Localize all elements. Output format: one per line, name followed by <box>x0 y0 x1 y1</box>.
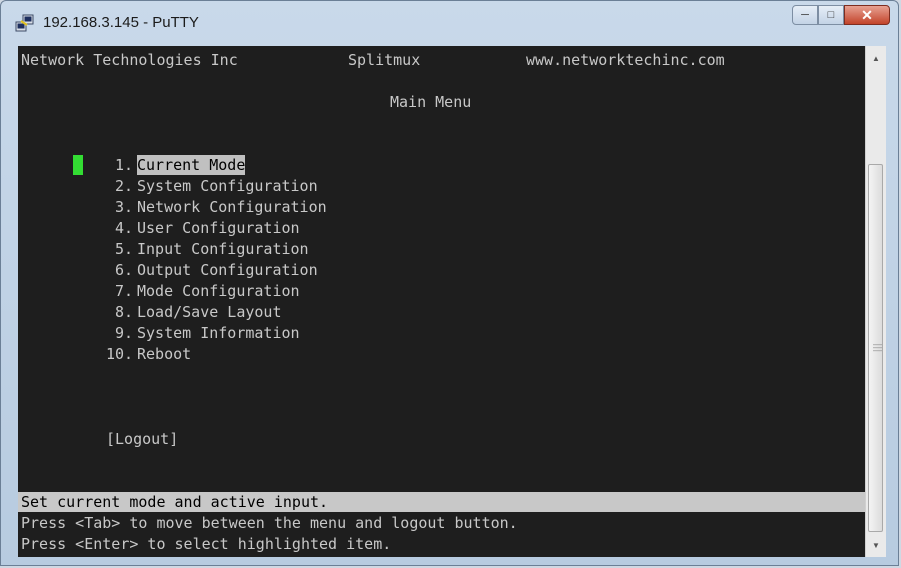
menu-item-1[interactable]: Current Mode <box>137 155 246 175</box>
menu-item-number: 1. <box>106 156 134 174</box>
title-bar[interactable]: 192.168.3.145 - PuTTY ─ □ ✕ <box>1 1 898 41</box>
menu-item-5[interactable]: Input Configuration <box>137 239 309 259</box>
grip-icon: — — — <box>873 339 882 355</box>
minimize-icon: ─ <box>801 9 809 21</box>
menu-item-number: 9. <box>106 324 134 342</box>
menu-item-3[interactable]: Network Configuration <box>137 197 327 217</box>
header-url: www.networktechinc.com <box>526 51 725 69</box>
window-controls: ─ □ ✕ <box>792 5 890 27</box>
help-text-1: Press <Tab> to move between the menu and… <box>21 514 518 532</box>
header-product: Splitmux <box>348 51 421 69</box>
maximize-icon: □ <box>827 9 835 21</box>
menu-item-number: 8. <box>106 303 134 321</box>
menu-item-4[interactable]: User Configuration <box>137 218 300 238</box>
status-text: Set current mode and active input. <box>21 493 329 511</box>
menu-title: Main Menu <box>390 93 472 111</box>
maximize-button[interactable]: □ <box>818 5 844 25</box>
minimize-button[interactable]: ─ <box>792 5 818 25</box>
menu-item-number: 6. <box>106 261 134 279</box>
menu-item-number: 2. <box>106 177 134 195</box>
menu-item-number: 3. <box>106 198 134 216</box>
terminal-cursor <box>73 155 83 175</box>
putty-window: 192.168.3.145 - PuTTY ─ □ ✕ Network Tech… <box>0 0 899 566</box>
scroll-up-icon[interactable]: ▲ <box>866 50 886 68</box>
close-button[interactable]: ✕ <box>844 5 890 25</box>
scroll-down-icon[interactable]: ▼ <box>866 537 886 555</box>
vertical-scrollbar[interactable]: ▲ — — — ▼ <box>865 46 886 557</box>
window-title: 192.168.3.145 - PuTTY <box>43 14 199 31</box>
menu-item-7[interactable]: Mode Configuration <box>137 281 300 301</box>
putty-icon[interactable] <box>15 13 35 33</box>
logout-button[interactable]: [Logout] <box>106 429 178 449</box>
menu-item-number: 7. <box>106 282 134 300</box>
menu-item-number: 5. <box>106 240 134 258</box>
scrollbar-thumb[interactable]: — — — <box>868 164 883 532</box>
menu-item-8[interactable]: Load/Save Layout <box>137 302 282 322</box>
menu-item-6[interactable]: Output Configuration <box>137 260 318 280</box>
menu-item-9[interactable]: System Information <box>137 323 300 343</box>
help-text-2: Press <Enter> to select highlighted item… <box>21 535 392 553</box>
close-icon: ✕ <box>861 6 873 23</box>
terminal-screen[interactable]: Network Technologies Inc Splitmux www.ne… <box>18 46 865 557</box>
header-company: Network Technologies Inc <box>21 51 238 69</box>
menu-item-number: 10. <box>106 345 134 363</box>
menu-item-10[interactable]: Reboot <box>137 344 191 364</box>
menu-item-number: 4. <box>106 219 134 237</box>
menu-item-2[interactable]: System Configuration <box>137 176 318 196</box>
